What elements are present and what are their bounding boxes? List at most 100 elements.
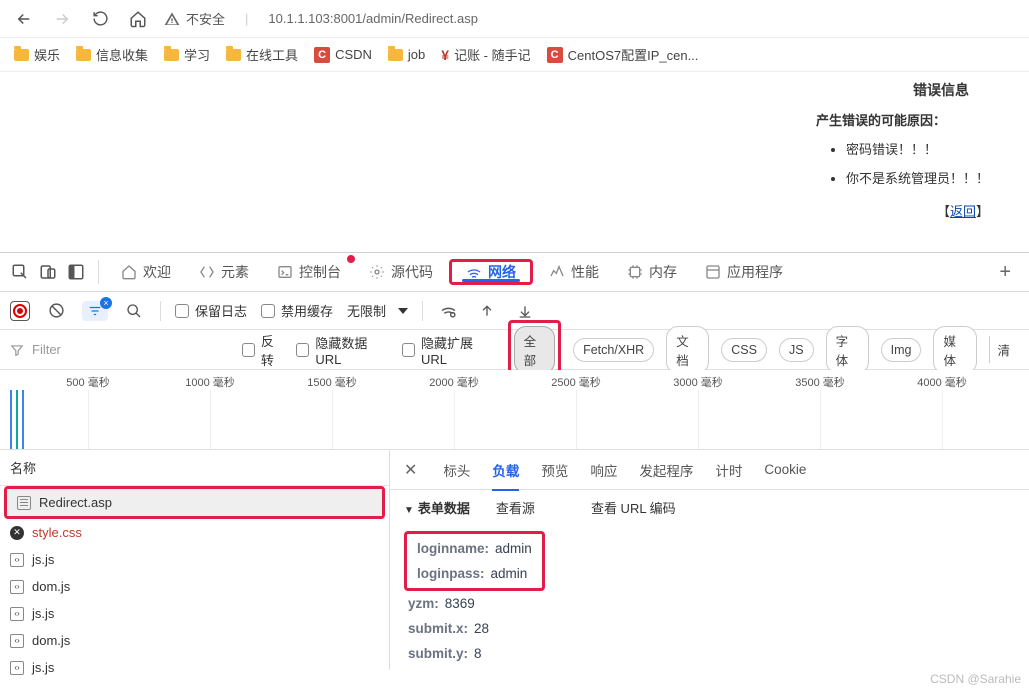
- doc-icon: [17, 496, 31, 510]
- record-button[interactable]: [10, 301, 30, 321]
- request-row[interactable]: ‹›dom.js: [0, 573, 389, 600]
- home-icon[interactable]: [126, 7, 150, 31]
- request-row[interactable]: ‹› js.js: [0, 600, 389, 627]
- bookmark-item[interactable]: CCSDN: [314, 47, 372, 63]
- bookmark-item[interactable]: 学习: [164, 45, 210, 64]
- preserve-log-checkbox[interactable]: 保留日志: [175, 301, 247, 320]
- request-name: Redirect.asp: [39, 495, 112, 510]
- timeline-tick: 3500 毫秒: [795, 374, 845, 390]
- request-row[interactable]: Redirect.asp: [7, 489, 382, 516]
- form-key: submit.y:: [408, 646, 468, 661]
- c-icon: C: [547, 47, 563, 63]
- chip-doc[interactable]: 文档: [666, 326, 709, 374]
- yen-icon: ¥: [441, 47, 449, 63]
- back-icon[interactable]: [12, 7, 36, 31]
- clear-icon[interactable]: [44, 299, 68, 323]
- tab-welcome[interactable]: 欢迎: [109, 253, 183, 291]
- form-kv: submit.y:8: [404, 641, 1015, 666]
- reload-icon[interactable]: [88, 7, 112, 31]
- download-icon[interactable]: [513, 299, 537, 323]
- filter-input[interactable]: Filter: [10, 342, 230, 357]
- filter-placeholder: Filter: [32, 342, 61, 357]
- dtab-cookies[interactable]: Cookie: [764, 452, 806, 487]
- view-url-encoded-link[interactable]: 查看 URL 编码: [591, 498, 676, 517]
- dtab-timing[interactable]: 计时: [715, 450, 742, 490]
- forward-icon[interactable]: [50, 7, 74, 31]
- request-list-panel: 名称 Redirect.asp✕style.css‹›js.js‹›dom.js…: [0, 450, 390, 670]
- more-tabs-icon[interactable]: +: [989, 261, 1021, 284]
- form-data-label[interactable]: ▼表单数据: [404, 498, 470, 517]
- tab-console[interactable]: 控制台: [265, 253, 353, 291]
- chip-all[interactable]: 全部: [514, 326, 555, 374]
- request-row[interactable]: ✕style.css: [0, 519, 389, 546]
- dtab-response[interactable]: 响应: [590, 450, 617, 490]
- chip-css[interactable]: CSS: [721, 338, 767, 362]
- dtab-headers[interactable]: 标头: [443, 450, 470, 490]
- security-indicator[interactable]: 不安全: [164, 9, 225, 28]
- view-source-link[interactable]: 查看源: [496, 498, 535, 517]
- bookmark-item[interactable]: job: [388, 47, 425, 62]
- js-icon: ‹›: [10, 553, 24, 567]
- throttling-select[interactable]: 无限制: [347, 301, 408, 320]
- hide-ext-url-checkbox[interactable]: 隐藏扩展 URL: [402, 333, 496, 367]
- form-key: loginname:: [417, 541, 489, 556]
- invert-checkbox[interactable]: 反转: [242, 331, 284, 369]
- timeline-tick: 3000 毫秒: [673, 374, 723, 390]
- request-name: js.js: [32, 552, 54, 567]
- chip-media[interactable]: 媒体: [933, 326, 976, 374]
- bookmark-item[interactable]: 在线工具: [226, 45, 298, 64]
- filter-toggle[interactable]: ×: [82, 301, 108, 321]
- chip-clean[interactable]: 清: [989, 336, 1020, 363]
- bookmark-item[interactable]: ¥记账 - 随手记: [441, 45, 530, 64]
- dtab-payload[interactable]: 负载: [492, 450, 519, 490]
- form-highlight: loginname:adminloginpass:admin: [404, 531, 545, 591]
- tab-memory[interactable]: 内存: [615, 253, 689, 291]
- back-link[interactable]: 返回: [950, 204, 976, 219]
- tab-network[interactable]: 网络: [454, 262, 528, 282]
- timeline[interactable]: 500 毫秒1000 毫秒1500 毫秒2000 毫秒2500 毫秒3000 毫…: [0, 370, 1029, 450]
- form-key: yzm:: [408, 596, 439, 611]
- reason-item: 你不是系统管理员！！！: [846, 168, 989, 187]
- bookmark-item[interactable]: CCentOS7配置IP_cen...: [547, 45, 699, 64]
- chip-font[interactable]: 字体: [826, 326, 869, 374]
- js-icon: ‹›: [10, 607, 24, 621]
- chip-img[interactable]: Img: [881, 338, 922, 362]
- tab-network-highlight: 网络: [449, 259, 533, 285]
- request-name: dom.js: [32, 633, 70, 648]
- js-icon: ‹›: [10, 580, 24, 594]
- dock-icon[interactable]: [64, 260, 88, 284]
- url-text[interactable]: 10.1.1.103:8001/admin/Redirect.asp: [268, 11, 478, 26]
- tab-elements[interactable]: 元素: [187, 253, 261, 291]
- request-name: style.css: [32, 525, 82, 540]
- bookmark-item[interactable]: 娱乐: [14, 45, 60, 64]
- request-row[interactable]: ‹›dom.js: [0, 627, 389, 654]
- reason-list: 密码错误！！！你不是系统管理员！！！: [816, 139, 989, 187]
- inspect-icon[interactable]: [8, 260, 32, 284]
- dtab-initiator[interactable]: 发起程序: [639, 450, 693, 490]
- request-row[interactable]: ‹›js.js: [0, 654, 389, 681]
- request-name: js.js: [32, 606, 54, 621]
- reason-title: 产生错误的可能原因：: [816, 110, 989, 129]
- form-key: loginpass:: [417, 566, 485, 581]
- request-row[interactable]: ‹› js.js: [0, 546, 389, 573]
- hide-data-url-checkbox[interactable]: 隐藏数据 URL: [296, 333, 390, 367]
- device-icon[interactable]: [36, 260, 60, 284]
- upload-icon[interactable]: [475, 299, 499, 323]
- tab-application[interactable]: 应用程序: [693, 253, 795, 291]
- tab-performance[interactable]: 性能: [537, 253, 611, 291]
- chip-js[interactable]: JS: [779, 338, 814, 362]
- folder-icon: [226, 49, 241, 61]
- network-conditions-icon[interactable]: [437, 299, 461, 323]
- request-detail-panel: ✕ 标头 负载 预览 响应 发起程序 计时 Cookie ▼表单数据 查看源 查…: [390, 450, 1029, 670]
- disable-cache-checkbox[interactable]: 禁用缓存: [261, 301, 333, 320]
- filter-row: Filter 反转 隐藏数据 URL 隐藏扩展 URL 全部 Fetch/XHR…: [0, 330, 1029, 370]
- bookmark-item[interactable]: 信息收集: [76, 45, 148, 64]
- browser-nav-bar: 不安全 | 10.1.1.103:8001/admin/Redirect.asp: [0, 0, 1029, 38]
- detail-tabs: ✕ 标头 负载 预览 响应 发起程序 计时 Cookie: [390, 450, 1029, 490]
- timeline-tick: 4000 毫秒: [917, 374, 967, 390]
- close-icon[interactable]: ✕: [404, 460, 417, 480]
- search-icon[interactable]: [122, 299, 146, 323]
- dtab-preview[interactable]: 预览: [541, 450, 568, 490]
- tab-sources[interactable]: 源代码: [357, 253, 445, 291]
- chip-fetch[interactable]: Fetch/XHR: [573, 338, 654, 362]
